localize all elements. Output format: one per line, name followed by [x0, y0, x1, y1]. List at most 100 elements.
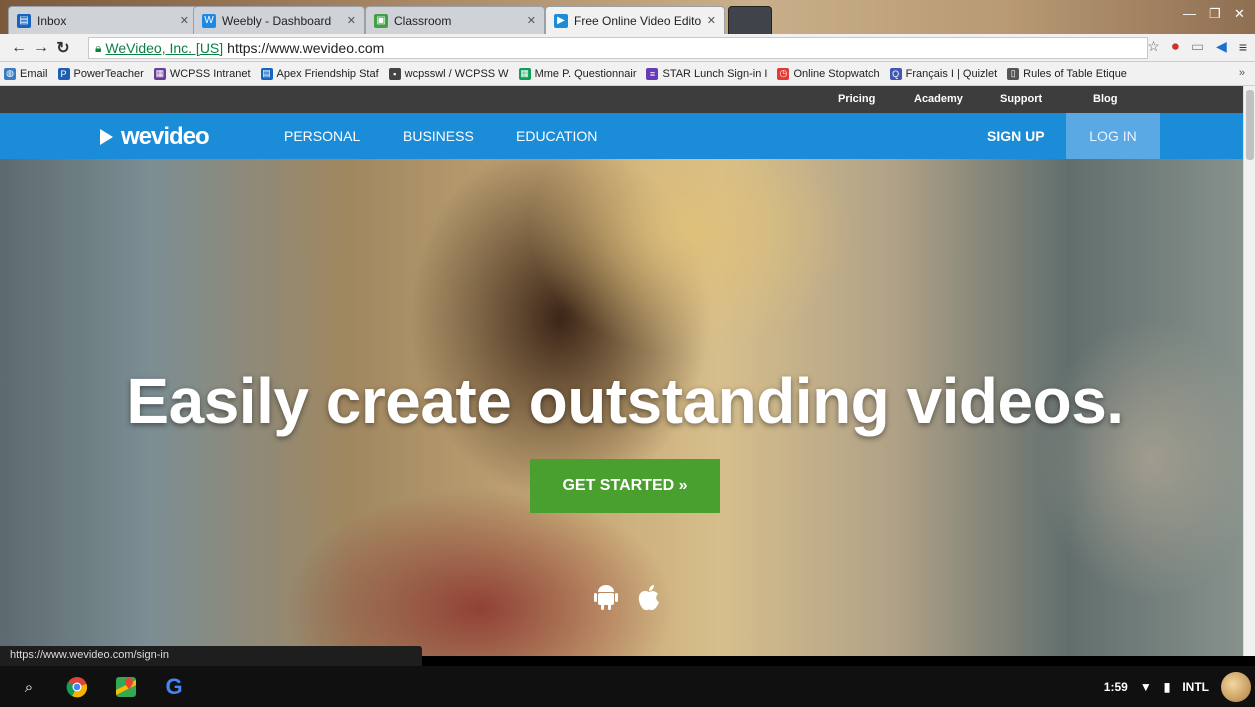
apple-icon[interactable]: [637, 584, 661, 612]
bookmark-label: Mme P. Questionnair: [534, 67, 637, 80]
blog-link[interactable]: Blog: [1093, 93, 1117, 105]
extension-announce-icon[interactable]: ◀: [1216, 38, 1227, 55]
secure-indicator[interactable]: 🔒︎ WeVideo, Inc. [US]: [95, 40, 223, 56]
google-icon[interactable]: G: [163, 674, 185, 699]
nav-education[interactable]: EDUCATION: [516, 128, 597, 144]
bookmark-apex[interactable]: ▤ Apex Friendship Staf: [260, 67, 379, 80]
bookmark-powerteacher[interactable]: P PowerTeacher: [57, 67, 144, 80]
cast-icon[interactable]: ▭: [1191, 38, 1204, 55]
page-scrollbar[interactable]: [1243, 86, 1255, 656]
wcpss-icon: ▦: [153, 67, 166, 80]
bookmark-label: wcpsswl / WCPSS W: [404, 67, 509, 80]
forward-icon[interactable]: →: [30, 39, 52, 57]
url-text: https://www.wevideo.com: [227, 40, 385, 56]
hero-banner: Easily create outstanding videos. GET ST…: [0, 159, 1243, 656]
tab-title: Classroom: [394, 13, 452, 28]
tab-title: Free Online Video Editor: [574, 13, 701, 28]
bookmark-email[interactable]: ◍ Email: [4, 67, 48, 80]
bookmarks-bar: ◍ Email P PowerTeacher ▦ WCPSS Intranet ▤ Ap…: [0, 62, 1255, 86]
reload-icon[interactable]: ↻: [52, 38, 74, 58]
bookmark-star-lunch[interactable]: ≡ STAR Lunch Sign-in I: [646, 67, 768, 80]
wevideo-logo[interactable]: wevideo: [100, 123, 210, 151]
logo-play-icon: [100, 129, 113, 145]
inbox-icon: ▤: [17, 13, 31, 28]
bookmark-label: Apex Friendship Staf: [276, 67, 379, 80]
android-icon[interactable]: [594, 584, 618, 612]
page-icon: ▯: [1007, 67, 1020, 80]
log-in-button[interactable]: LOG IN: [1066, 113, 1160, 159]
form-icon: ≡: [646, 67, 659, 80]
logo-text: wevideo: [121, 123, 210, 150]
stopwatch-icon: ◷: [777, 67, 790, 80]
tab-classroom[interactable]: ▣ Classroom ✕: [365, 6, 545, 34]
classroom-icon: ▣: [374, 13, 388, 28]
input-method: INTL: [1182, 679, 1209, 694]
close-window-icon[interactable]: ✕: [1234, 6, 1245, 22]
wifi-icon: ▼: [1139, 679, 1152, 694]
wevideo-icon: ▶: [554, 13, 568, 28]
web-page: Pricing Academy Support Blog wevideo PER…: [0, 86, 1243, 656]
scrollbar-thumb[interactable]: [1246, 90, 1254, 160]
search-icon[interactable]: ⌕: [18, 676, 40, 698]
lock-icon: 🔒︎: [95, 40, 102, 55]
chrome-icon[interactable]: [66, 676, 88, 698]
bookmark-quizlet[interactable]: Q Français I | Quizlet: [889, 67, 998, 80]
screen: ▤ Inbox ✕ W Weebly - Dashboard ✕ ▣ Class…: [0, 0, 1255, 707]
bookmark-label: WCPSS Intranet: [169, 67, 251, 80]
restore-icon[interactable]: ❐: [1209, 6, 1221, 22]
doc-icon: ▤: [260, 67, 273, 80]
menu-icon[interactable]: ≡: [1239, 39, 1247, 55]
tab-inbox[interactable]: ▤ Inbox ✕: [8, 6, 198, 34]
system-tray[interactable]: 1:59 ▼ ▮ INTL: [1104, 666, 1255, 707]
bookmark-label: Français I | Quizlet: [905, 67, 998, 80]
bookmarks-overflow-button[interactable]: »: [1239, 67, 1245, 79]
clock: 1:59: [1103, 679, 1128, 694]
tab-strip: ▤ Inbox ✕ W Weebly - Dashboard ✕ ▣ Class…: [0, 0, 1255, 34]
close-icon[interactable]: ✕: [527, 14, 536, 27]
os-shelf: ⌕ G 1:59 ▼ ▮ INTL: [0, 666, 1255, 707]
bookmark-table-etiquette[interactable]: ▯ Rules of Table Etique: [1007, 67, 1127, 80]
bookmark-wcpss-intranet[interactable]: ▦ WCPSS Intranet: [153, 67, 251, 80]
star-icon[interactable]: ☆: [1147, 38, 1160, 55]
close-icon[interactable]: ✕: [347, 14, 356, 27]
minimize-icon[interactable]: —: [1183, 6, 1196, 21]
bookmark-stopwatch[interactable]: ◷ Online Stopwatch: [777, 67, 880, 80]
tab-weebly[interactable]: W Weebly - Dashboard ✕: [193, 6, 365, 34]
maps-icon[interactable]: [115, 676, 137, 698]
hero-headline: Easily create outstanding videos.: [126, 365, 1124, 437]
utility-nav: Pricing Academy Support Blog: [0, 86, 1243, 113]
get-started-button[interactable]: GET STARTED »: [530, 459, 720, 513]
sign-up-button[interactable]: SIGN UP: [987, 128, 1045, 144]
tab-title: Weebly - Dashboard: [222, 13, 332, 28]
bookmark-wcpsswl[interactable]: ▪ wcpsswl / WCPSS W: [388, 67, 509, 80]
status-bubble: https://www.wevideo.com/sign-in: [0, 646, 422, 666]
pb-icon: ▪: [388, 67, 401, 80]
new-tab-button[interactable]: [728, 6, 772, 34]
bookmark-label: Email: [20, 67, 48, 80]
p-icon: P: [57, 67, 70, 80]
weebly-icon: W: [202, 13, 216, 28]
nav-business[interactable]: BUSINESS: [403, 128, 474, 144]
extension-record-icon[interactable]: ⏺: [1172, 38, 1179, 55]
sheet-icon: ▦: [518, 67, 531, 80]
globe-icon: ◍: [4, 67, 16, 80]
bookmark-label: Rules of Table Etique: [1023, 67, 1127, 80]
bookmark-label: STAR Lunch Sign-in I: [662, 67, 768, 80]
toolbar-actions: ☆ ⏺ ▭ ◀ ≡: [1147, 38, 1247, 55]
close-icon[interactable]: ✕: [707, 14, 716, 27]
bookmark-label: Online Stopwatch: [793, 67, 880, 80]
pricing-link[interactable]: Pricing: [838, 93, 875, 105]
bookmark-questionnaire[interactable]: ▦ Mme P. Questionnair: [518, 67, 637, 80]
avatar[interactable]: [1221, 671, 1251, 702]
battery-icon: ▮: [1163, 679, 1171, 694]
security-label: WeVideo, Inc. [US]: [105, 40, 224, 56]
nav-personal[interactable]: PERSONAL: [284, 128, 360, 144]
tab-title: Inbox: [37, 13, 67, 28]
back-icon[interactable]: ←: [8, 39, 30, 57]
support-link[interactable]: Support: [1000, 93, 1042, 105]
browser-toolbar: ← → ↻ 🔒︎ WeVideo, Inc. [US] https://www.…: [0, 34, 1255, 62]
tab-wevideo[interactable]: ▶ Free Online Video Editor ✕: [545, 6, 725, 34]
academy-link[interactable]: Academy: [914, 93, 963, 105]
address-bar[interactable]: 🔒︎ WeVideo, Inc. [US] https://www.wevide…: [88, 37, 1148, 59]
close-icon[interactable]: ✕: [180, 14, 189, 27]
